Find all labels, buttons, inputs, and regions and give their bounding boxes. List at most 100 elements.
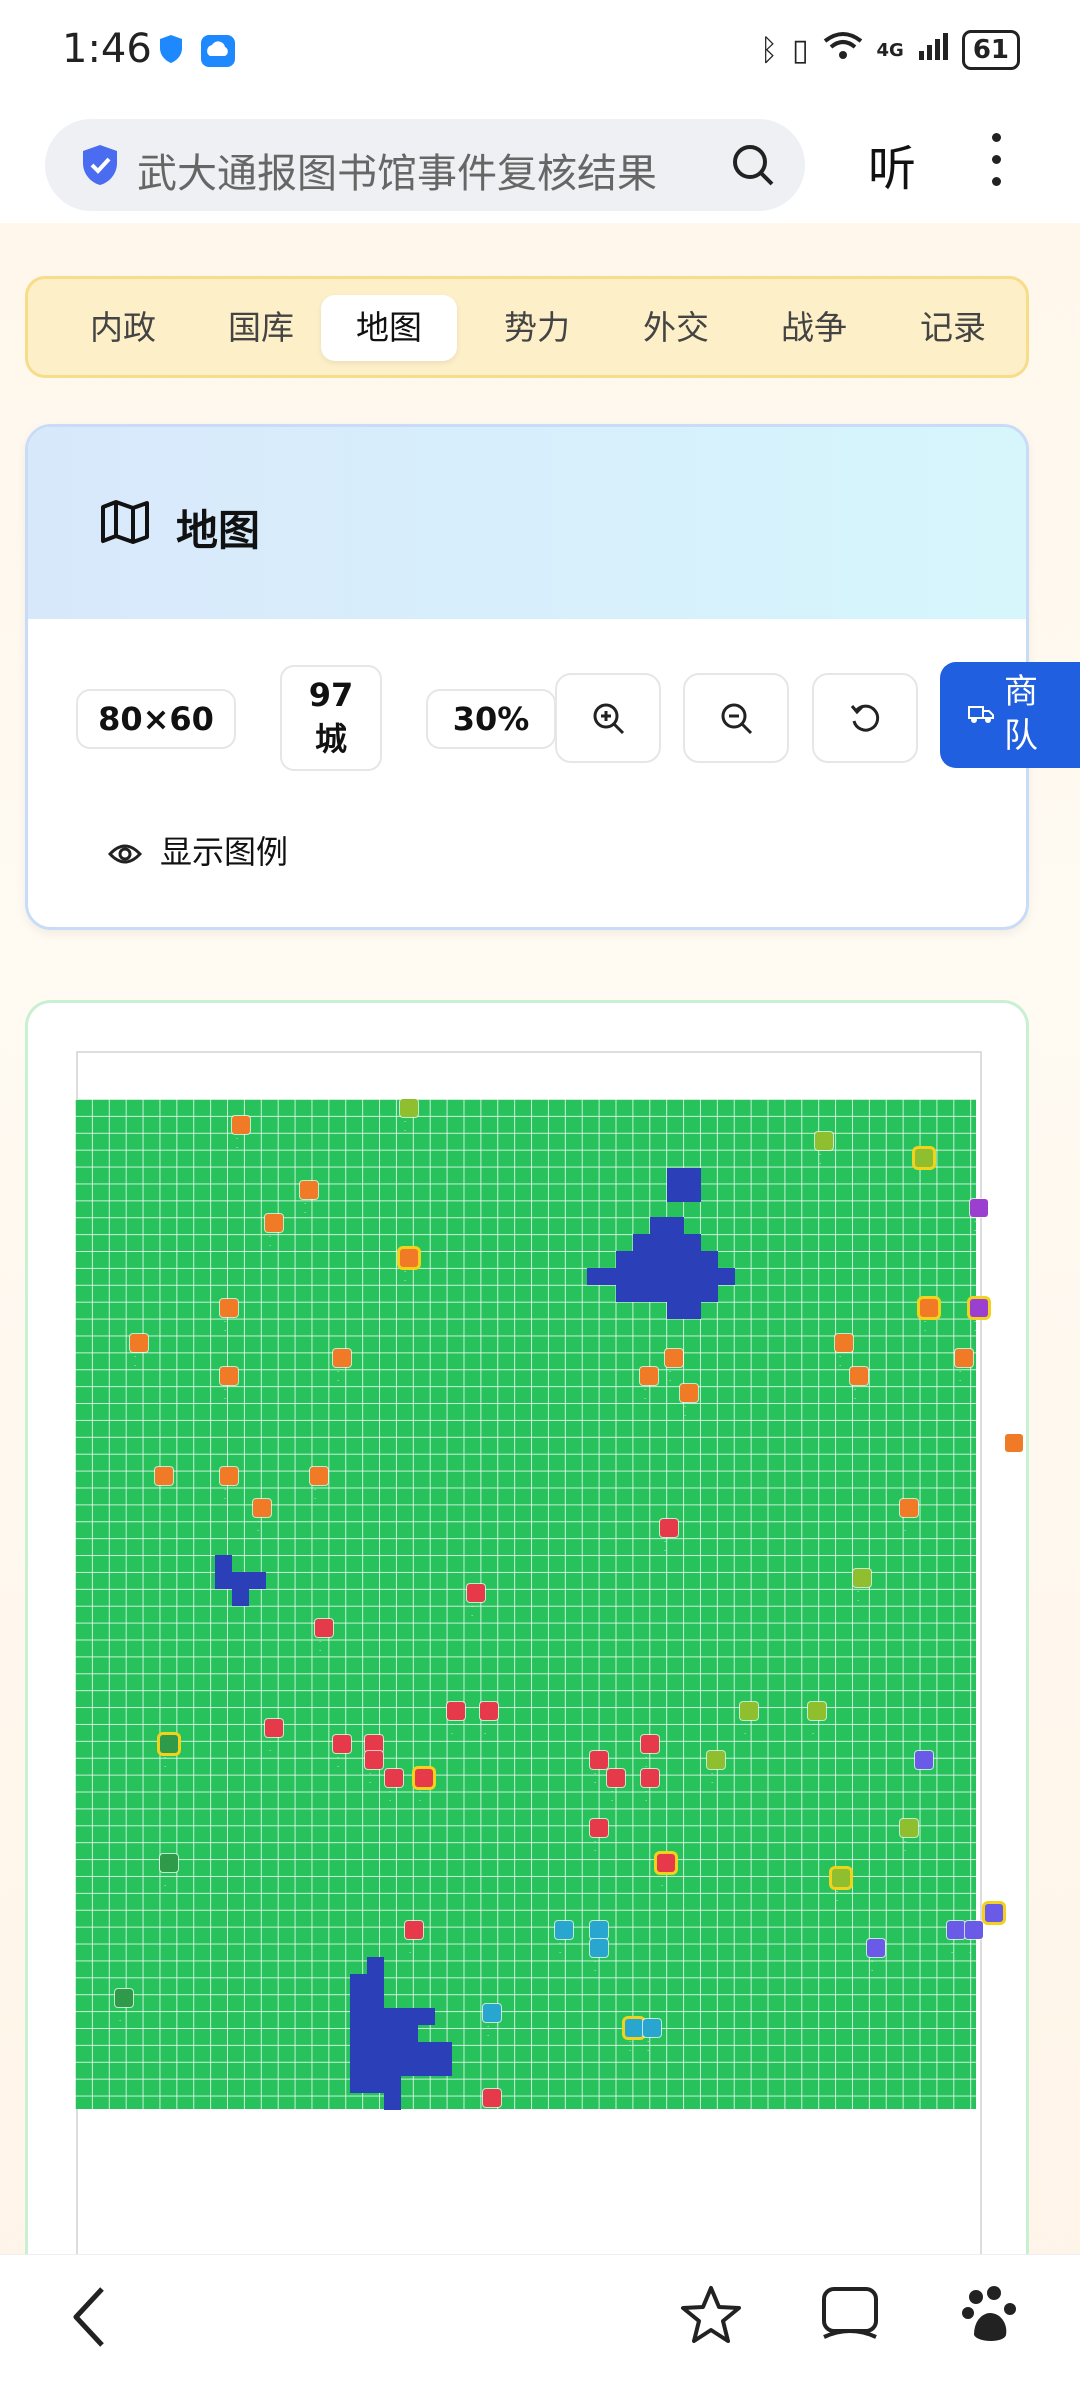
tab-internal[interactable]: 内政 (55, 295, 191, 361)
city-marker[interactable]: ·· (333, 1349, 351, 1385)
city-marker[interactable]: ·· (405, 1921, 423, 1957)
city-marker[interactable]: ·· (315, 1619, 333, 1655)
city-marker[interactable]: ·· (665, 1349, 683, 1385)
city-marker[interactable]: ·· (480, 1702, 498, 1738)
city-marker[interactable]: ·· (970, 1199, 988, 1235)
city-marker[interactable]: ·· (900, 1499, 918, 1535)
city-marker[interactable]: ·· (920, 1299, 938, 1335)
city-marker[interactable]: ·· (607, 1769, 625, 1805)
city-marker[interactable]: ·· (333, 1735, 351, 1771)
city-marker[interactable]: ·· (657, 1854, 675, 1890)
show-legend-toggle[interactable]: 显示图例 (107, 827, 288, 873)
city-marker[interactable]: ·· (590, 1819, 608, 1855)
water-tile (616, 1251, 718, 1268)
city-marker[interactable]: ·· (232, 1116, 250, 1152)
city-marker[interactable]: ·· (253, 1499, 271, 1535)
city-marker[interactable]: ·· (310, 1467, 328, 1503)
city-marker[interactable]: ·· (483, 2089, 501, 2125)
city-marker[interactable]: ·· (220, 1299, 238, 1335)
city-marker[interactable]: ·· (365, 1751, 383, 1787)
city-marker[interactable]: ·· (590, 1939, 608, 1975)
tab-treasury[interactable]: 国库 (193, 295, 329, 361)
tab-map[interactable]: 地图 (321, 295, 457, 361)
city-marker[interactable]: ·· (300, 1181, 318, 1217)
city-marker[interactable]: ·· (467, 1584, 485, 1620)
city-label-mark: ·· (487, 2023, 490, 2040)
city-marker[interactable]: ·· (832, 1869, 850, 1905)
wifi-icon (823, 31, 863, 69)
tab-war[interactable]: 战争 (746, 295, 882, 361)
city-marker[interactable]: ·· (447, 1702, 465, 1738)
city-marker[interactable]: ·· (900, 1819, 918, 1855)
city-marker[interactable]: ·· (555, 1921, 573, 1957)
listen-button[interactable]: 听 (868, 129, 916, 199)
zoom-in-button[interactable] (555, 673, 661, 763)
map-panel-title: 地图 (176, 506, 261, 555)
reset-view-button[interactable] (812, 673, 918, 763)
back-icon[interactable] (70, 2285, 110, 2353)
city-marker[interactable]: ·· (808, 1702, 826, 1738)
water-tile (587, 1268, 735, 1285)
city-marker[interactable]: ·· (867, 1939, 885, 1975)
city-marker[interactable]: ·· (130, 1334, 148, 1370)
search-box[interactable]: 武大通报图书馆事件复核结果 (45, 119, 805, 211)
city-marker[interactable]: ·· (160, 1854, 178, 1890)
city-marker[interactable]: ·· (853, 1569, 871, 1605)
city-marker[interactable]: ·· (641, 1735, 659, 1771)
city-marker[interactable]: ·· (385, 1769, 403, 1805)
zoom-out-icon (721, 703, 753, 735)
city-marker[interactable]: ·· (155, 1467, 173, 1503)
city-label-mark: ·· (484, 1721, 487, 1738)
city-marker[interactable]: ·· (965, 1921, 983, 1957)
city-marker[interactable]: ·· (590, 1751, 608, 1787)
city-marker[interactable]: ·· (220, 1367, 238, 1403)
city-marker[interactable]: ·· (707, 1751, 725, 1787)
city-marker[interactable]: ·· (970, 1299, 988, 1335)
city-marker[interactable]: ·· (680, 1384, 698, 1420)
tab-diplomacy[interactable]: 外交 (608, 295, 744, 361)
city-marker[interactable]: ·· (625, 2019, 643, 2055)
book-icon[interactable] (820, 2285, 880, 2349)
city-marker[interactable]: ·· (985, 1904, 1003, 1940)
city-marker[interactable]: ·· (640, 1367, 658, 1403)
city-marker[interactable]: ·· (115, 1989, 133, 2025)
star-icon[interactable] (680, 2285, 742, 2349)
city-label-mark: ·· (451, 1721, 454, 1738)
browser-toolbar: 武大通报图书馆事件复核结果 听 (0, 105, 1080, 223)
world-map-grid[interactable]: · · · · · · · · · · · · · · · · · · · · · · · · · · · · · · · · · · · · · · · ·… (75, 1099, 1023, 2125)
city-marker[interactable]: ·· (400, 1249, 418, 1285)
more-icon[interactable] (992, 133, 1004, 199)
city-marker[interactable]: ·· (265, 1719, 283, 1755)
search-query[interactable]: 武大通报图书馆事件复核结果 (137, 141, 657, 199)
city-label-mark: ·· (257, 1518, 260, 1535)
city-marker[interactable]: ·· (850, 1367, 868, 1403)
tab-records[interactable]: 记录 (885, 295, 1021, 361)
water-tile (350, 1974, 384, 2008)
city-marker[interactable]: ·· (955, 1349, 973, 1385)
city-marker[interactable]: ·· (220, 1467, 238, 1503)
city-marker[interactable]: ·· (400, 1099, 418, 1135)
caravan-button[interactable]: 商队 (940, 662, 1080, 768)
zoom-out-button[interactable] (683, 673, 789, 763)
city-marker[interactable]: ·· (835, 1334, 853, 1370)
city-marker[interactable]: ·· (740, 1702, 758, 1738)
city-marker[interactable]: ·· (415, 1769, 433, 1805)
city-marker[interactable]: ·· (915, 1751, 933, 1787)
city-marker[interactable]: ·· (947, 1921, 965, 1957)
city-marker[interactable]: ·· (160, 1735, 178, 1771)
city-label-mark: ·· (119, 2008, 122, 2025)
tab-forces[interactable]: 势力 (469, 295, 605, 361)
city-marker[interactable]: ·· (590, 1921, 608, 1957)
search-icon[interactable] (731, 143, 775, 191)
paw-icon[interactable] (960, 2285, 1020, 2349)
caravan-label: 商队 (1004, 672, 1038, 756)
city-marker[interactable]: ·· (660, 1519, 678, 1555)
city-marker[interactable]: ·· (641, 1769, 659, 1805)
city-marker[interactable]: ·· (643, 2019, 661, 2055)
city-label-mark: ·· (134, 1353, 137, 1370)
city-marker[interactable]: ·· (815, 1132, 833, 1168)
city-marker[interactable]: ·· (1005, 1434, 1023, 1470)
city-marker[interactable]: ·· (265, 1214, 283, 1250)
city-marker[interactable]: ·· (915, 1149, 933, 1185)
city-marker[interactable]: ·· (483, 2004, 501, 2040)
